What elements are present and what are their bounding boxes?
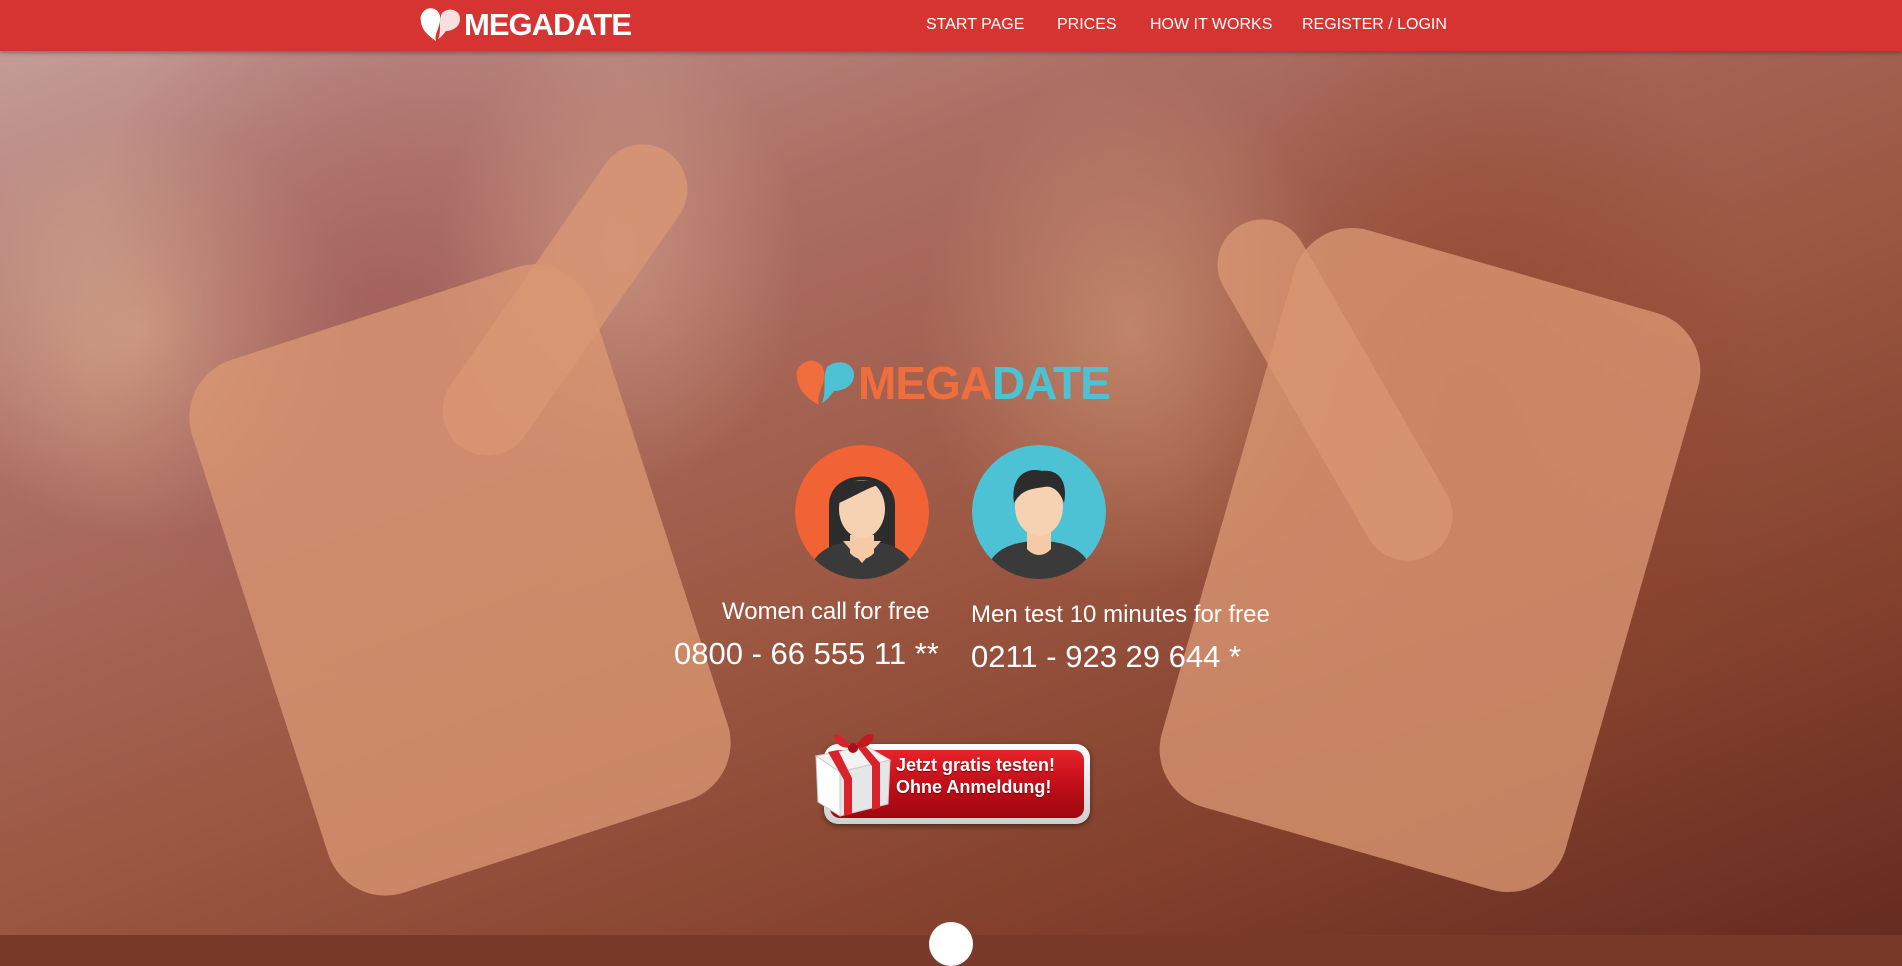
nav-prices[interactable]: PRICES [1057, 16, 1117, 34]
free-trial-button[interactable]: Jetzt gratis testen! Ohne Anmeldung! [808, 720, 1090, 830]
nav-register-login[interactable]: REGISTER / LOGIN [1302, 16, 1447, 34]
man-avatar-icon [972, 445, 1106, 579]
heart-bubble-logo-icon [796, 360, 854, 405]
cta-line1: Jetzt gratis testen! [896, 755, 1056, 775]
gift-box-icon [814, 733, 892, 817]
women-call-label: Women call for free [722, 598, 930, 625]
nav-how-it-works[interactable]: HOW IT WORKS [1150, 16, 1272, 34]
scroll-down-icon[interactable] [929, 922, 973, 966]
top-navbar: MEGADATE START PAGE PRICES HOW IT WORKS … [0, 0, 1902, 51]
men-phone-number[interactable]: 0211 - 923 29 644 * [971, 639, 1241, 675]
woman-avatar-icon [795, 445, 929, 579]
men-call-label: Men test 10 minutes for free [971, 601, 1270, 628]
women-phone-number[interactable]: 0800 - 66 555 11 ** [674, 636, 939, 672]
nav-start-page[interactable]: START PAGE [926, 16, 1024, 34]
header-logo-text: MEGADATE [464, 7, 632, 42]
hero-logo-text: MEGADATE [858, 357, 1111, 409]
heart-bubble-logo-icon [420, 8, 460, 42]
cta-line2: Ohne Anmeldung! [896, 777, 1052, 797]
header-logo[interactable]: MEGADATE [420, 7, 632, 43]
hero-logo: MEGADATE [796, 356, 1111, 410]
